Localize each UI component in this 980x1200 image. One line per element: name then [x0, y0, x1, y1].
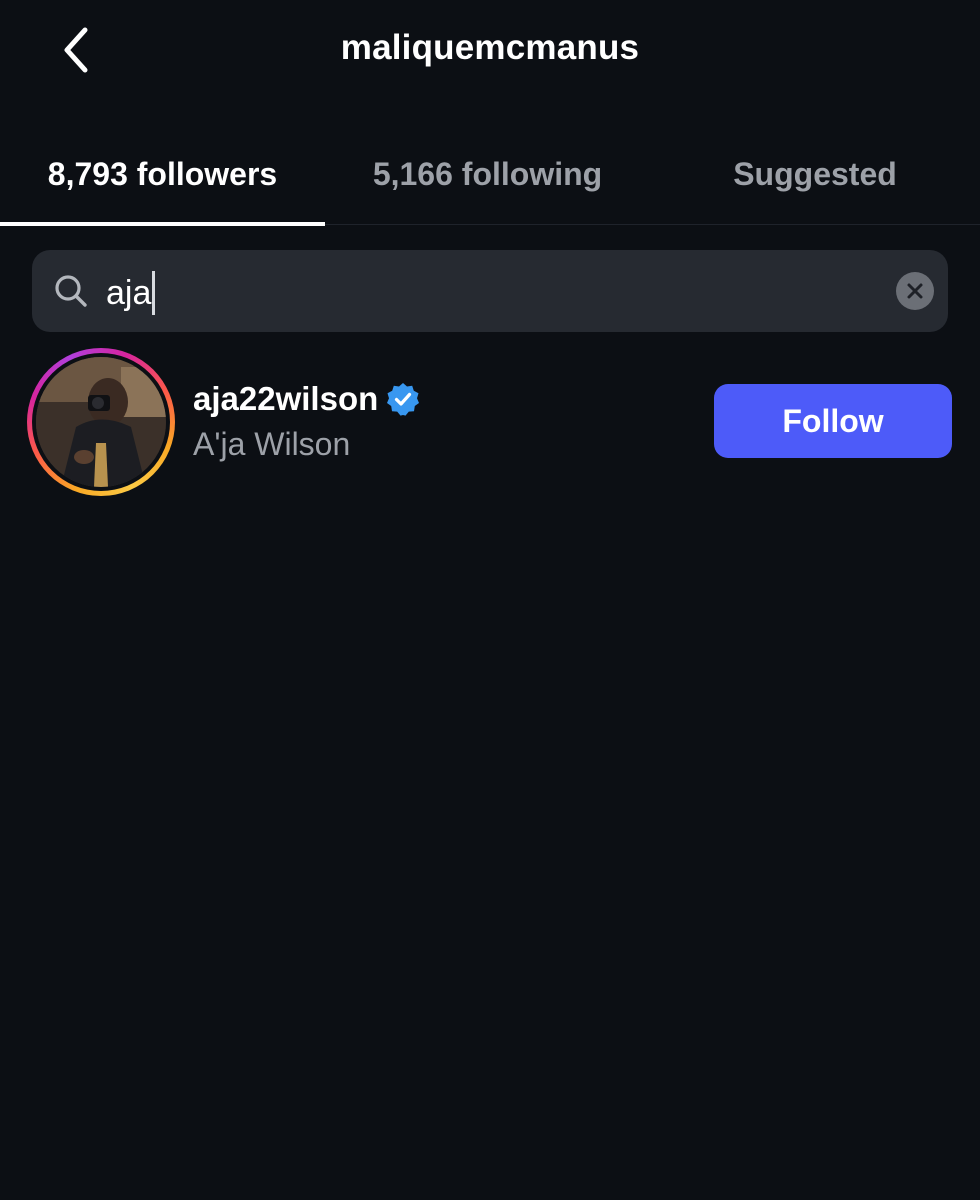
- tab-bar: 8,793 followers 5,166 following Suggeste…: [0, 130, 980, 226]
- followers-screen: maliquemcmanus 8,793 followers 5,166 fol…: [0, 0, 980, 1200]
- avatar[interactable]: [27, 348, 175, 496]
- text-caret: [152, 271, 156, 315]
- header: maliquemcmanus: [0, 0, 980, 110]
- tab-followers[interactable]: 8,793 followers: [0, 130, 325, 226]
- search-bar[interactable]: aja: [32, 250, 948, 332]
- active-tab-indicator: [0, 222, 325, 226]
- tab-following-label: 5,166 following: [372, 156, 603, 192]
- full-name: A'ja Wilson: [193, 426, 351, 462]
- page-title: maliquemcmanus: [340, 28, 640, 67]
- list-item[interactable]: aja22wilson A'ja Wilson Follow: [0, 348, 980, 498]
- tab-following[interactable]: 5,166 following: [325, 130, 650, 224]
- clear-search-button[interactable]: [896, 272, 934, 310]
- verified-badge-icon: [387, 383, 420, 416]
- tab-followers-label: 8,793 followers: [47, 156, 278, 192]
- clear-x-icon: [907, 283, 923, 299]
- search-input-value: aja: [106, 273, 152, 312]
- tab-suggested[interactable]: Suggested: [650, 130, 980, 224]
- tab-suggested-label: Suggested: [733, 156, 897, 192]
- avatar-image: [36, 357, 166, 487]
- username-line[interactable]: aja22wilson: [193, 380, 420, 418]
- avatar-photo: [36, 357, 166, 487]
- search-icon: [55, 275, 87, 307]
- follow-button[interactable]: Follow: [714, 384, 952, 458]
- username[interactable]: aja22wilson: [193, 380, 378, 418]
- search-input[interactable]: aja: [106, 271, 156, 315]
